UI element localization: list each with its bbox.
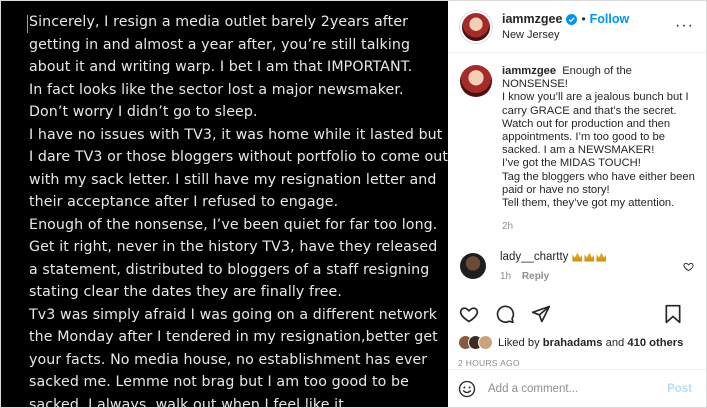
comment-icon [496,305,515,324]
post-location[interactable]: New Jersey [502,29,629,41]
comment-input[interactable] [488,382,648,395]
commenter-avatar[interactable] [460,253,486,279]
share-icon [531,305,551,323]
comment-body: lady__chartty 1h Reply [500,251,608,282]
post-image[interactable]: Sincerely, I resign a media outlet barel… [1,1,448,407]
liker-avatar [478,335,493,350]
caption-body: iammzgee Enough of the NONSENSE! I know … [502,65,698,233]
caption-time: 2h [502,221,514,233]
likes-count[interactable]: 410 others [627,337,683,349]
caption-text: Enough of the NONSENSE! I know you’ll ar… [502,65,695,210]
share-button[interactable] [530,303,552,325]
add-comment-bar: Post [448,369,706,407]
like-button[interactable] [458,303,480,325]
follow-button[interactable]: Follow [590,12,630,26]
likes-summary: Liked by brahadams and 410 others [458,335,683,350]
comment-line: lady__chartty [500,251,608,263]
post-sidebar: iammzgee • Follow New Jersey ··· iammzge… [448,1,706,407]
author-username[interactable]: iammzgee [502,12,562,26]
crown-emoji-icon [584,252,595,262]
likes-prefix: Liked by [498,336,543,349]
crown-emoji-icon [572,252,583,262]
author-row: iammzgee • Follow [502,12,629,26]
header-separator: • [581,12,586,26]
caption-avatar[interactable] [460,65,492,97]
author-info: iammzgee • Follow New Jersey [502,12,629,41]
comment-time: 1h [500,271,512,282]
more-options-icon[interactable]: ··· [675,17,694,35]
likes-user[interactable]: brahadams [543,337,603,349]
commenter-username[interactable]: lady__chartty [500,251,568,263]
post-image-text: Sincerely, I resign a media outlet barel… [29,14,448,407]
post-date: 2 HOURS AGO [458,358,520,368]
author-avatar[interactable] [460,10,492,43]
caption-text-block: iammzgee Enough of the NONSENSE! I know … [502,65,698,210]
comment-meta: 1h Reply [500,271,608,282]
crown-emoji-icon [596,252,607,262]
emoji-icon[interactable] [458,380,476,398]
likes-text[interactable]: Liked by brahadams and 410 others [498,337,683,349]
post-header: iammzgee • Follow New Jersey ··· [448,1,706,53]
post-actions [458,301,698,327]
comment-item: lady__chartty 1h Reply [460,251,698,282]
instagram-post-modal: Sincerely, I resign a media outlet barel… [0,0,707,408]
save-button[interactable] [662,303,684,325]
caption-username[interactable]: iammzgee [502,65,556,77]
verified-badge-icon [566,13,578,25]
post-comment-button[interactable]: Post [667,383,692,395]
likes-middle: and [602,336,628,349]
text-cursor [27,15,28,33]
comment-like-heart-icon[interactable] [683,261,694,272]
comment-button[interactable] [494,303,516,325]
post-caption: iammzgee Enough of the NONSENSE! I know … [460,65,698,233]
reply-button[interactable]: Reply [522,271,549,282]
bookmark-icon [665,304,681,324]
heart-icon [459,307,479,323]
